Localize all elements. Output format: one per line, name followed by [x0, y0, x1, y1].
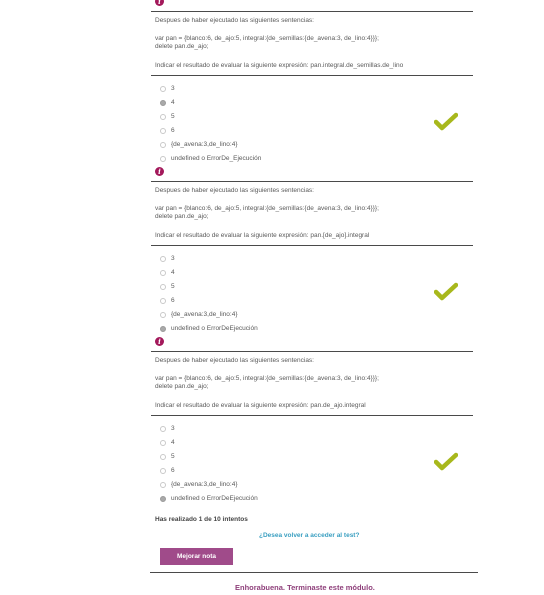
answer-option-label: {de_avena:3,de_lino:4}: [171, 311, 238, 318]
answer-option-label: 4: [171, 269, 175, 276]
answer-option-label: {de_avena:3,de_lino:4}: [171, 481, 238, 488]
answer-option-label: {de_avena:3,de_lino:4}: [171, 141, 238, 148]
question-prompt: Indicar el resultado de evaluar la sigui…: [155, 62, 404, 69]
radio-icon[interactable]: [160, 141, 166, 148]
radio-icon[interactable]: [160, 439, 166, 446]
code-line: var pan = {blanco:6, de_ajo:5, integral:…: [155, 375, 379, 382]
answer-option[interactable]: undefined o ErrorDeEjecución: [160, 494, 258, 503]
code-line: delete pan.de_ajo;: [155, 43, 209, 50]
answer-option[interactable]: 3: [160, 424, 175, 433]
answer-option[interactable]: 6: [160, 466, 175, 475]
answer-option-label: 6: [171, 467, 175, 474]
answer-option-label: 4: [171, 439, 175, 446]
info-icon: i: [155, 0, 164, 6]
answer-option-label: 3: [171, 85, 175, 92]
answer-option-label: 3: [171, 255, 175, 262]
answer-option[interactable]: undefined o ErrorDe_Ejecución: [160, 154, 261, 163]
answer-option-label: 5: [171, 113, 175, 120]
answer-option-label: 5: [171, 453, 175, 460]
answer-option[interactable]: 6: [160, 126, 175, 135]
radio-icon[interactable]: [160, 481, 166, 488]
answer-option-label: 4: [171, 99, 175, 106]
checkmark-icon: [434, 282, 458, 301]
radio-icon[interactable]: [160, 297, 166, 304]
prompt-divider: [151, 75, 473, 76]
answer-option[interactable]: 6: [160, 296, 175, 305]
code-line: var pan = {blanco:6, de_ajo:5, integral:…: [155, 205, 379, 212]
radio-icon[interactable]: [160, 453, 166, 460]
radio-icon[interactable]: [160, 255, 166, 262]
congrats-message: Enhorabuena. Terminaste este módulo.: [235, 583, 375, 592]
answer-option[interactable]: 5: [160, 452, 175, 461]
question-prompt: Indicar el resultado de evaluar la sigui…: [155, 232, 370, 239]
radio-icon[interactable]: [160, 99, 166, 106]
answer-option[interactable]: 3: [160, 84, 175, 93]
answer-option-label: undefined o ErrorDeEjecución: [171, 495, 258, 502]
info-icon: i: [155, 167, 164, 176]
radio-icon[interactable]: [160, 495, 166, 502]
code-line: var pan = {blanco:6, de_ajo:5, integral:…: [155, 35, 379, 42]
answer-option-label: undefined o ErrorDe_Ejecución: [171, 155, 262, 162]
attempts-count: Has realizado 1 de 10 intentos: [155, 516, 248, 523]
radio-icon[interactable]: [160, 283, 166, 290]
radio-icon[interactable]: [160, 113, 166, 120]
answer-option[interactable]: {de_avena:3,de_lino:4}: [160, 480, 238, 489]
divider: [150, 572, 478, 573]
answer-option[interactable]: 4: [160, 268, 175, 277]
answer-option[interactable]: {de_avena:3,de_lino:4}: [160, 310, 238, 319]
code-line: delete pan.de_ajo;: [155, 383, 209, 390]
checkmark-icon: [434, 112, 458, 131]
answer-option[interactable]: 4: [160, 98, 175, 107]
question-top-divider: [151, 181, 473, 182]
radio-icon[interactable]: [160, 155, 166, 162]
answer-option[interactable]: undefined o ErrorDeEjecución: [160, 324, 258, 333]
improve-grade-button[interactable]: Mejorar nota: [160, 548, 233, 565]
prompt-divider: [151, 245, 473, 246]
radio-icon[interactable]: [160, 325, 166, 332]
question-top-divider: [151, 351, 473, 352]
answer-option[interactable]: 3: [160, 254, 175, 263]
question-top-divider: [151, 11, 473, 12]
question-intro: Despues de haber ejecutado las siguiente…: [155, 187, 314, 194]
radio-icon[interactable]: [160, 85, 166, 92]
answer-option-label: 6: [171, 127, 175, 134]
answer-option[interactable]: 5: [160, 112, 175, 121]
answer-option[interactable]: {de_avena:3,de_lino:4}: [160, 140, 238, 149]
retry-test-link[interactable]: ¿Desea volver a acceder al test?: [259, 532, 359, 539]
question-prompt: Indicar el resultado de evaluar la sigui…: [155, 402, 366, 409]
question-intro: Despues de haber ejecutado las siguiente…: [155, 357, 314, 364]
info-icon: i: [155, 337, 164, 346]
radio-icon[interactable]: [160, 269, 166, 276]
radio-icon[interactable]: [160, 467, 166, 474]
answer-option-label: 3: [171, 425, 175, 432]
question-intro: Despues de haber ejecutado las siguiente…: [155, 17, 314, 24]
answer-option[interactable]: 5: [160, 282, 175, 291]
answer-option-label: 6: [171, 297, 175, 304]
radio-icon[interactable]: [160, 425, 166, 432]
answer-option[interactable]: 4: [160, 438, 175, 447]
prompt-divider: [151, 415, 473, 416]
radio-icon[interactable]: [160, 311, 166, 318]
answer-option-label: 5: [171, 283, 175, 290]
radio-icon[interactable]: [160, 127, 166, 134]
checkmark-icon: [434, 452, 458, 471]
code-line: delete pan.de_ajo;: [155, 213, 209, 220]
answer-option-label: undefined o ErrorDeEjecución: [171, 325, 258, 332]
